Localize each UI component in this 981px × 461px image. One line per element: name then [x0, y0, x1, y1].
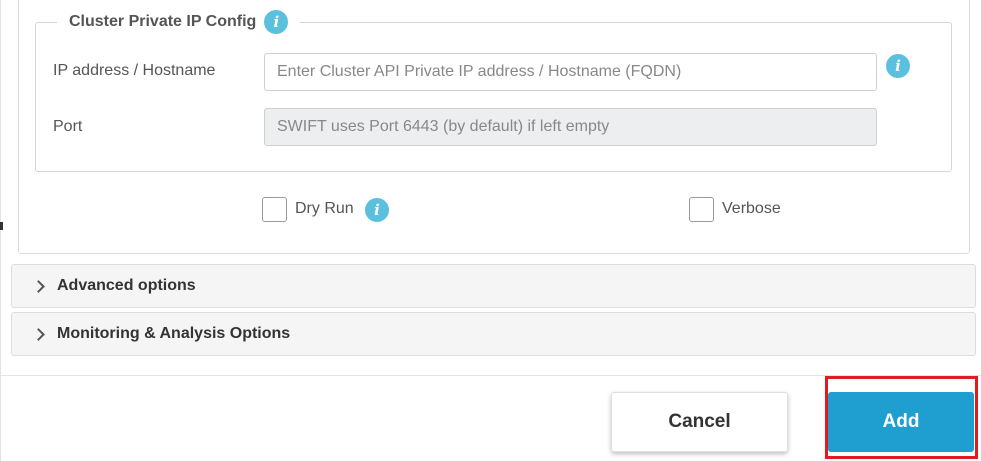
monitoring-analysis-section[interactable]: Monitoring & Analysis Options: [11, 312, 976, 356]
info-icon[interactable]: i: [365, 198, 389, 222]
chevron-right-icon: [32, 327, 45, 341]
monitoring-analysis-title: Monitoring & Analysis Options: [57, 325, 291, 342]
dry-run-checkbox[interactable]: [262, 197, 287, 222]
port-input[interactable]: [264, 108, 877, 146]
fieldset-title: Cluster Private IP Config: [69, 13, 257, 30]
info-icon[interactable]: i: [264, 10, 289, 34]
edge-marker: [0, 222, 3, 230]
chevron-right-icon: [32, 279, 45, 293]
cluster-private-ip-fieldset: [35, 22, 952, 172]
fieldset-legend: Cluster Private IP Config i: [57, 8, 301, 36]
info-icon[interactable]: i: [886, 54, 910, 78]
ip-address-label: IP address / Hostname: [53, 62, 216, 79]
add-cluster-form: Cluster Private IP Config i IP address /…: [0, 0, 981, 461]
port-label: Port: [53, 118, 83, 135]
advanced-options-title: Advanced options: [57, 277, 196, 294]
add-button[interactable]: Add: [828, 392, 974, 452]
dry-run-label[interactable]: Dry Run: [295, 200, 354, 218]
verbose-checkbox[interactable]: [689, 197, 714, 222]
advanced-options-section[interactable]: Advanced options: [11, 264, 976, 308]
left-border: [0, 0, 1, 461]
verbose-label[interactable]: Verbose: [722, 200, 781, 218]
ip-address-input[interactable]: [264, 53, 877, 91]
footer-divider: [0, 375, 981, 376]
cancel-button[interactable]: Cancel: [611, 392, 788, 452]
